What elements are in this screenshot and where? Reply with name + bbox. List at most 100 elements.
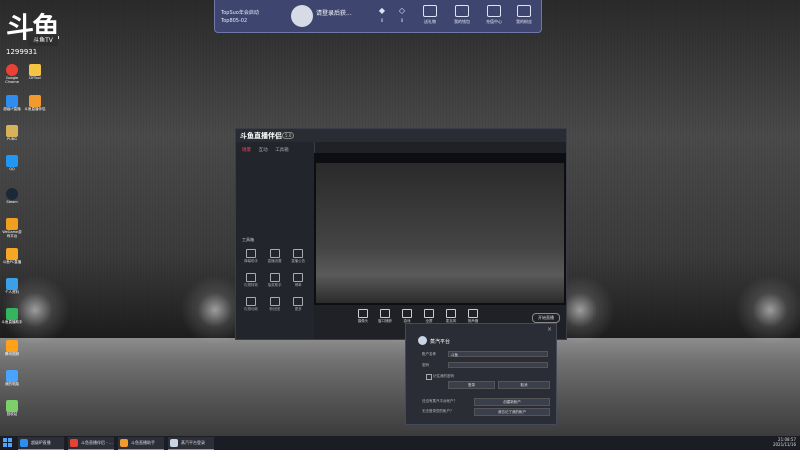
stream-preview[interactable] (314, 153, 566, 305)
grid-item[interactable]: 更多 (287, 295, 309, 317)
desktop-icon-profile[interactable]: 个人资料 (1, 278, 23, 295)
login-button[interactable]: 登录 (448, 381, 495, 389)
tab-toolbox[interactable]: 工具箱 (275, 148, 289, 153)
tool-icon (269, 297, 280, 306)
video-icon (6, 340, 18, 352)
clock-date: 2021/11/16 (772, 442, 796, 447)
app-left-panel: 场景 互动 工具箱 工具箱 弹幕助手 直播设置 直播公告 礼物特效 抽奖助手 榜… (236, 142, 315, 339)
desktop-icon-pubg[interactable]: PUBG (1, 125, 23, 142)
grid-item[interactable]: 直播公告 (287, 247, 309, 269)
password-label: 密码 (422, 363, 429, 367)
douyu-icon (120, 439, 128, 447)
system-clock[interactable]: 21:08:57 2021/11/16 (773, 437, 796, 447)
steam-icon (170, 439, 178, 447)
create-account-button[interactable]: 创建新帐户 (474, 398, 550, 406)
window-capture-button[interactable]: 窗口捕获 (376, 309, 394, 324)
desktop-icon-steam[interactable]: Steam (1, 188, 23, 205)
computer-icon (6, 370, 18, 382)
game-button[interactable]: 游戏 (398, 309, 416, 324)
left-tabs: 场景 互动 工具箱 (242, 147, 295, 153)
grid-item[interactable]: 抽奖助手 (264, 271, 286, 293)
assistant-icon (6, 308, 18, 320)
recharge-icon (487, 5, 501, 17)
login-prompt[interactable]: 请登录后获... (316, 8, 352, 17)
start-live-button[interactable]: 开始直播 (532, 313, 560, 323)
desktop-icon-ip-live[interactable]: 超级IP直播 (1, 95, 23, 112)
wegame-icon (6, 218, 18, 230)
douyu-icon (29, 95, 41, 107)
task-douyu-assistant[interactable]: 斗鱼直播助手 (118, 437, 164, 450)
stream-top-banner: TopSuo年会启动 Top805-02 请登录后获... ◆ 0 ◇ 0 送礼… (214, 0, 542, 33)
account-label: 账户名称 (422, 352, 436, 356)
room-number: 1299931 (6, 48, 38, 56)
wallet-button[interactable]: 我的钱包 (451, 5, 473, 27)
tool-icon (293, 273, 304, 282)
tab-scene[interactable]: 场景 (242, 148, 251, 153)
start-windows-icon[interactable] (3, 438, 13, 448)
speaker-button[interactable]: 扬声器 (464, 309, 482, 324)
dialog-title: 蒸汽平台 (430, 339, 451, 345)
recycle-bin-icon (6, 400, 18, 412)
remember-checkbox[interactable] (426, 374, 432, 380)
diamond-icon[interactable]: ◇ (397, 6, 407, 16)
grid-item[interactable]: 榜单 (287, 271, 309, 293)
tool-icon (269, 273, 280, 282)
desktop-icon-dytool[interactable]: DYTool (24, 64, 46, 81)
qq-icon (6, 155, 18, 167)
logo-badge: 斗鱼TV (28, 36, 58, 46)
steam-login-dialog: 蒸汽平台 × 账户名称 斗鱼 密码 记住我的密码 登录 取消 还没有蒸汽平台帐户… (405, 323, 557, 425)
grid-item[interactable]: 礼物动效 (240, 295, 262, 317)
streaming-app-window: 斗鱼直播伴侣 5.0 场景 互动 工具箱 工具箱 弹幕助手 直播设置 直播公告 … (235, 128, 567, 340)
taskbar: 超级IP直播 斗鱼直播伴侣 - ... 斗鱼直播助手 蒸汽平台登录 21:08:… (0, 436, 800, 450)
remember-label: 记住我的密码 (433, 374, 454, 378)
steam-logo-icon (418, 336, 427, 345)
preview-scene (316, 163, 564, 303)
grid-item[interactable]: 直播设置 (264, 247, 286, 269)
recharge-button[interactable]: 充值中心 (483, 5, 505, 27)
desktop-icon-computer[interactable]: 我的电脑 (1, 370, 23, 387)
tool-icon (246, 297, 256, 306)
task-ip-live[interactable]: 超级IP直播 (18, 437, 64, 450)
banner-line-1: TopSuo年会启动 (221, 10, 259, 16)
game-icon (402, 309, 412, 318)
tab-interact[interactable]: 互动 (259, 148, 268, 153)
grid-item[interactable]: 礼物特效 (240, 271, 262, 293)
grid-item[interactable]: 弹幕助手 (240, 247, 262, 269)
account-field[interactable]: 斗鱼 (448, 351, 548, 357)
desktop-icon-douyu-companion[interactable]: 斗鱼直播伴侣 (24, 95, 46, 112)
grid-item[interactable]: 粉丝团 (264, 295, 286, 317)
wallpaper-floor (0, 338, 800, 438)
mic-button[interactable]: 麦克风 (442, 309, 460, 324)
fullscreen-button[interactable]: 全屏 (420, 309, 438, 324)
avatar[interactable] (291, 5, 313, 27)
gift-button[interactable]: 送礼物 (419, 5, 441, 27)
password-field[interactable] (448, 362, 548, 368)
camera-button[interactable]: 摄像头 (354, 309, 372, 324)
tool-icon (246, 273, 256, 282)
desktop-icon-recycle[interactable]: 回收站 (1, 400, 23, 417)
desktop-icon-assistant[interactable]: 斗鱼直播助手 (1, 308, 23, 325)
fish-ball-icon[interactable]: ◆ (377, 6, 387, 16)
close-icon[interactable]: × (547, 326, 552, 333)
desktop-icon-chrome[interactable]: Google Chrome (1, 64, 23, 85)
task-steam-login[interactable]: 蒸汽平台登录 (168, 437, 214, 450)
wallet-icon (455, 5, 469, 17)
desktop-icon-qq[interactable]: QQ (1, 155, 23, 172)
desktop-icon-wegame[interactable]: WeGame游戏平台 (1, 218, 23, 239)
desktop-icon-douyu-pc[interactable]: 斗鱼PC直播 (1, 248, 23, 265)
fans-button[interactable]: 我的粉丝 (513, 5, 535, 27)
chrome-icon (70, 439, 78, 447)
fans-icon (517, 5, 531, 17)
profile-icon (6, 278, 18, 290)
cancel-button[interactable]: 取消 (498, 381, 550, 389)
speaker-icon (468, 309, 478, 318)
app-version: 5.0 (282, 132, 295, 139)
chrome-icon (6, 64, 18, 76)
no-account-label: 还没有蒸汽平台帐户？ (422, 399, 457, 403)
forgot-account-button[interactable]: 我忘记了我的帐户 (474, 408, 550, 416)
task-douyu-companion[interactable]: 斗鱼直播伴侣 - ... (68, 437, 114, 450)
desktop-icon-tencent-video[interactable]: 腾讯视频 (1, 340, 23, 357)
fullscreen-icon (424, 309, 434, 318)
grid-title: 工具箱 (242, 237, 254, 242)
window-icon (380, 309, 390, 318)
